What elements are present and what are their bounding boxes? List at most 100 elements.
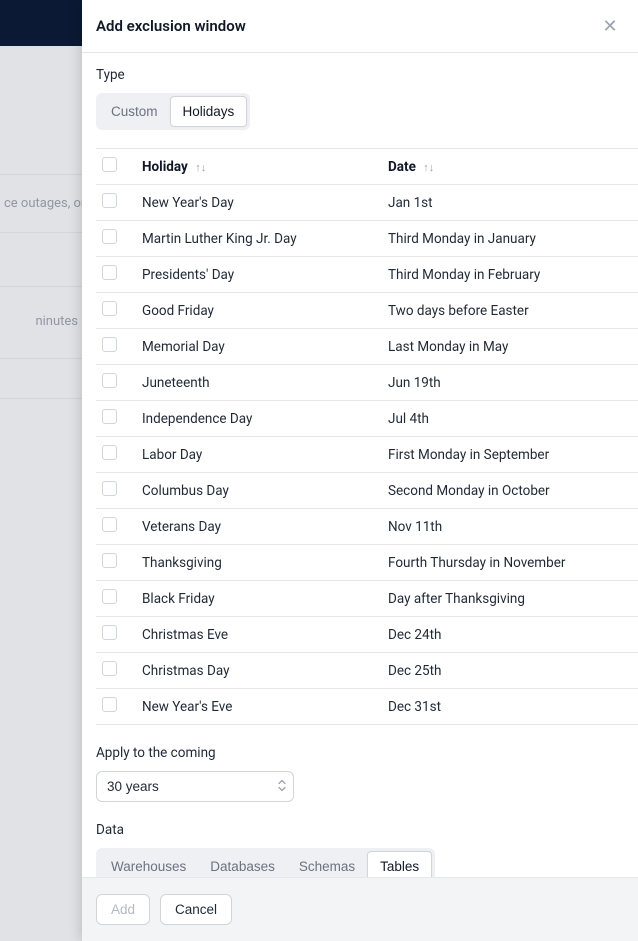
row-checkbox[interactable] bbox=[102, 229, 117, 244]
modal-footer: Add Cancel bbox=[82, 877, 638, 941]
table-row: New Year's DayJan 1st bbox=[96, 185, 638, 221]
holiday-date: Two days before Easter bbox=[382, 293, 638, 329]
table-row: JuneteenthJun 19th bbox=[96, 365, 638, 401]
type-tab-holidays[interactable]: Holidays bbox=[170, 96, 248, 127]
holiday-name: New Year's Day bbox=[136, 185, 382, 221]
row-checkbox[interactable] bbox=[102, 517, 117, 532]
table-row: Columbus DaySecond Monday in October bbox=[96, 473, 638, 509]
row-checkbox-cell bbox=[96, 689, 136, 725]
holiday-name: Martin Luther King Jr. Day bbox=[136, 221, 382, 257]
type-tab-custom[interactable]: Custom bbox=[99, 96, 170, 127]
table-row: Labor DayFirst Monday in September bbox=[96, 437, 638, 473]
table-row: Black FridayDay after Thanksgiving bbox=[96, 581, 638, 617]
row-checkbox-cell bbox=[96, 653, 136, 689]
table-row: Good FridayTwo days before Easter bbox=[96, 293, 638, 329]
holiday-name: New Year's Eve bbox=[136, 689, 382, 725]
header-date-label: Date bbox=[388, 159, 416, 175]
row-checkbox-cell bbox=[96, 293, 136, 329]
holiday-name: Labor Day bbox=[136, 437, 382, 473]
row-checkbox[interactable] bbox=[102, 589, 117, 604]
data-label: Data bbox=[96, 822, 638, 838]
row-checkbox-cell bbox=[96, 437, 136, 473]
holiday-name: Memorial Day bbox=[136, 329, 382, 365]
holiday-name: Good Friday bbox=[136, 293, 382, 329]
row-checkbox-cell bbox=[96, 545, 136, 581]
row-checkbox[interactable] bbox=[102, 193, 117, 208]
row-checkbox-cell bbox=[96, 185, 136, 221]
close-icon: ✕ bbox=[602, 16, 617, 37]
holiday-name: Veterans Day bbox=[136, 509, 382, 545]
sort-icon: ↑↓ bbox=[423, 161, 434, 174]
row-checkbox-cell bbox=[96, 365, 136, 401]
row-checkbox[interactable] bbox=[102, 301, 117, 316]
header-checkbox-cell bbox=[96, 149, 136, 185]
row-checkbox-cell bbox=[96, 617, 136, 653]
holidays-table: Holiday ↑↓ Date ↑↓ New Year's DayJan 1st… bbox=[96, 148, 638, 725]
add-button[interactable]: Add bbox=[96, 894, 150, 925]
holiday-date: First Monday in September bbox=[382, 437, 638, 473]
holiday-date: Nov 11th bbox=[382, 509, 638, 545]
holiday-name: Thanksgiving bbox=[136, 545, 382, 581]
row-checkbox[interactable] bbox=[102, 445, 117, 460]
row-checkbox[interactable] bbox=[102, 265, 117, 280]
holiday-date: Third Monday in February bbox=[382, 257, 638, 293]
holiday-name: Presidents' Day bbox=[136, 257, 382, 293]
holiday-name: Independence Day bbox=[136, 401, 382, 437]
row-checkbox[interactable] bbox=[102, 409, 117, 424]
modal-body: Type Custom Holidays Holiday ↑↓ Date ↑↓ bbox=[82, 53, 638, 877]
holiday-name: Black Friday bbox=[136, 581, 382, 617]
holiday-date: Second Monday in October bbox=[382, 473, 638, 509]
holiday-date: Third Monday in January bbox=[382, 221, 638, 257]
row-checkbox[interactable] bbox=[102, 625, 117, 640]
row-checkbox-cell bbox=[96, 257, 136, 293]
holiday-date: Jun 19th bbox=[382, 365, 638, 401]
add-exclusion-modal: Add exclusion window ✕ Type Custom Holid… bbox=[82, 0, 638, 941]
table-row: Martin Luther King Jr. DayThird Monday i… bbox=[96, 221, 638, 257]
modal-header: Add exclusion window ✕ bbox=[82, 0, 638, 53]
type-label: Type bbox=[96, 67, 638, 83]
table-row: Christmas EveDec 24th bbox=[96, 617, 638, 653]
apply-select-wrap: 30 years bbox=[96, 771, 294, 802]
holiday-name: Christmas Eve bbox=[136, 617, 382, 653]
row-checkbox-cell bbox=[96, 473, 136, 509]
holiday-date: Jul 4th bbox=[382, 401, 638, 437]
header-holiday[interactable]: Holiday ↑↓ bbox=[136, 149, 382, 185]
data-segmented-control: Warehouses Databases Schemas Tables bbox=[96, 848, 435, 877]
row-checkbox-cell bbox=[96, 509, 136, 545]
apply-select[interactable]: 30 years bbox=[96, 771, 294, 802]
holiday-name: Juneteenth bbox=[136, 365, 382, 401]
type-segmented-control: Custom Holidays bbox=[96, 93, 250, 130]
table-row: Veterans DayNov 11th bbox=[96, 509, 638, 545]
header-holiday-label: Holiday bbox=[142, 159, 188, 175]
data-tab-databases[interactable]: Databases bbox=[198, 851, 287, 877]
select-all-checkbox[interactable] bbox=[102, 157, 117, 172]
holiday-date: Last Monday in May bbox=[382, 329, 638, 365]
row-checkbox[interactable] bbox=[102, 697, 117, 712]
data-tab-schemas[interactable]: Schemas bbox=[287, 851, 367, 877]
holiday-name: Christmas Day bbox=[136, 653, 382, 689]
row-checkbox-cell bbox=[96, 581, 136, 617]
table-row: Memorial DayLast Monday in May bbox=[96, 329, 638, 365]
sort-icon: ↑↓ bbox=[195, 161, 206, 174]
data-tab-warehouses[interactable]: Warehouses bbox=[99, 851, 198, 877]
cancel-button[interactable]: Cancel bbox=[160, 894, 232, 925]
header-date[interactable]: Date ↑↓ bbox=[382, 149, 638, 185]
row-checkbox[interactable] bbox=[102, 481, 117, 496]
holiday-date: Jan 1st bbox=[382, 185, 638, 221]
table-row: Independence DayJul 4th bbox=[96, 401, 638, 437]
table-row: Christmas DayDec 25th bbox=[96, 653, 638, 689]
table-row: ThanksgivingFourth Thursday in November bbox=[96, 545, 638, 581]
row-checkbox[interactable] bbox=[102, 553, 117, 568]
holiday-date: Dec 25th bbox=[382, 653, 638, 689]
data-tab-tables[interactable]: Tables bbox=[367, 851, 432, 877]
apply-label: Apply to the coming bbox=[96, 745, 638, 761]
holiday-date: Day after Thanksgiving bbox=[382, 581, 638, 617]
holiday-date: Fourth Thursday in November bbox=[382, 545, 638, 581]
row-checkbox[interactable] bbox=[102, 661, 117, 676]
row-checkbox-cell bbox=[96, 329, 136, 365]
row-checkbox[interactable] bbox=[102, 373, 117, 388]
row-checkbox[interactable] bbox=[102, 337, 117, 352]
close-button[interactable]: ✕ bbox=[598, 14, 622, 38]
row-checkbox-cell bbox=[96, 221, 136, 257]
holiday-date: Dec 31st bbox=[382, 689, 638, 725]
